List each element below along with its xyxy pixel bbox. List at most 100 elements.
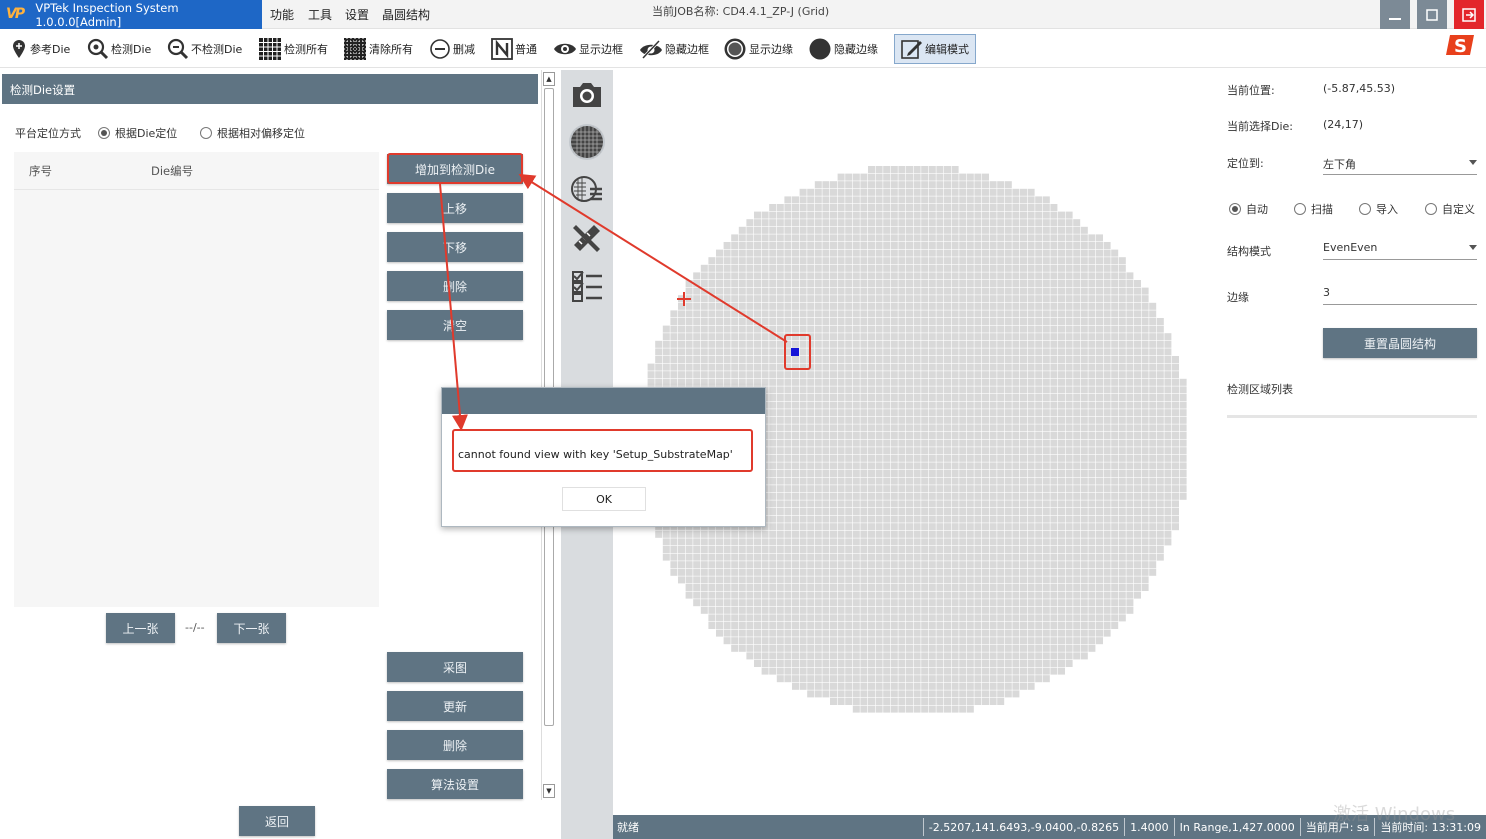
inspect-die-tool[interactable]: 检测Die bbox=[87, 34, 151, 64]
ime-s-logo-icon: S bbox=[1446, 35, 1474, 57]
prev-page-button[interactable]: 上一张 bbox=[106, 613, 175, 643]
col-die-number: Die编号 bbox=[151, 164, 194, 178]
back-button[interactable]: 返回 bbox=[239, 806, 315, 836]
dialog-ok-button[interactable]: OK bbox=[562, 487, 646, 511]
scroll-up-icon[interactable]: ▲ bbox=[543, 72, 555, 86]
menu-tools[interactable]: 工具 bbox=[308, 6, 332, 23]
radio-checked-icon bbox=[98, 127, 110, 139]
chevron-down-icon bbox=[1469, 245, 1477, 250]
exit-button[interactable] bbox=[1454, 0, 1484, 29]
job-title: 当前JOB名称: CD4.4.1_ZP-J (Grid) bbox=[652, 5, 830, 18]
radio-label: 导入 bbox=[1376, 203, 1398, 216]
panel-title: 检测Die设置 bbox=[2, 74, 538, 104]
col-index: 序号 bbox=[29, 164, 52, 178]
wafer-list-icon bbox=[571, 176, 602, 202]
show-edge-tool[interactable]: 显示边缘 bbox=[723, 34, 793, 64]
inspect-all-tool[interactable]: 检测所有 bbox=[258, 34, 328, 64]
radio-label: 扫描 bbox=[1311, 203, 1333, 216]
pin-icon bbox=[13, 40, 25, 58]
tool-label: 不检测Die bbox=[191, 43, 243, 56]
radio-unchecked-icon bbox=[1294, 203, 1306, 215]
dotted-grid-icon bbox=[344, 38, 366, 60]
ring-icon bbox=[724, 38, 746, 60]
clear-button[interactable]: 清空 bbox=[387, 310, 523, 340]
radio-label: 自动 bbox=[1246, 203, 1268, 216]
move-up-button[interactable]: 上移 bbox=[387, 193, 523, 223]
radio-mode-auto[interactable]: 自动 bbox=[1229, 201, 1268, 217]
menu-settings[interactable]: 设置 bbox=[345, 6, 369, 23]
algorithm-settings-button[interactable]: 算法设置 bbox=[387, 769, 523, 799]
app-title: VP VPTek Inspection System 1.0.0.0[Admin… bbox=[0, 0, 262, 29]
measure-tool-button[interactable] bbox=[569, 220, 605, 256]
camera-view-button[interactable] bbox=[569, 76, 605, 112]
tool-label: 检测所有 bbox=[284, 43, 328, 56]
edit-mode-tool[interactable]: 编辑模式 bbox=[894, 34, 976, 64]
update-button[interactable]: 更新 bbox=[387, 691, 523, 721]
tool-label: 编辑模式 bbox=[925, 43, 969, 56]
trim-tool[interactable]: 删减 bbox=[429, 34, 475, 64]
edge-input[interactable]: 3 bbox=[1323, 283, 1477, 305]
hide-border-tool[interactable]: 隐藏边框 bbox=[639, 34, 709, 64]
radio-die-positioning[interactable]: 根据Die定位 bbox=[98, 125, 177, 141]
ruler-pencil-icon bbox=[573, 225, 600, 252]
maximize-button[interactable] bbox=[1417, 0, 1447, 29]
annotation-add-button-highlight bbox=[387, 153, 523, 184]
status-range: In Range,1,427.0000 bbox=[1173, 818, 1300, 836]
checklist-button[interactable] bbox=[569, 268, 605, 304]
show-border-tool[interactable]: 显示边框 bbox=[553, 34, 623, 64]
minimize-button[interactable] bbox=[1380, 0, 1410, 29]
structure-mode-value: EvenEven bbox=[1323, 241, 1378, 254]
checklist-icon bbox=[572, 271, 602, 302]
annotation-message-highlight bbox=[452, 429, 753, 472]
delete-button[interactable]: 删除 bbox=[387, 271, 523, 301]
radio-checked-icon bbox=[1229, 203, 1241, 215]
normal-tool[interactable]: 普通 bbox=[491, 34, 537, 64]
tool-label: 参考Die bbox=[30, 43, 71, 56]
radio-mode-scan[interactable]: 扫描 bbox=[1294, 201, 1333, 217]
current-die-label: 当前选择Die: bbox=[1227, 120, 1293, 133]
radio-mode-custom[interactable]: 自定义 bbox=[1425, 201, 1475, 217]
scroll-down-icon[interactable]: ▼ bbox=[543, 784, 555, 798]
camera-icon bbox=[573, 83, 601, 107]
clear-all-tool[interactable]: 清除所有 bbox=[343, 34, 413, 64]
edit-icon bbox=[901, 40, 922, 59]
app-name: VPTek Inspection System 1.0.0.0[Admin] bbox=[35, 0, 179, 29]
radio-unchecked-icon bbox=[1425, 203, 1437, 215]
tool-label: 隐藏边框 bbox=[665, 43, 709, 56]
locate-to-label: 定位到: bbox=[1227, 157, 1264, 170]
minus-circle-icon bbox=[430, 39, 450, 59]
next-page-button[interactable]: 下一张 bbox=[217, 613, 286, 643]
wafer-map-button[interactable] bbox=[569, 124, 605, 160]
menu-wafer-structure[interactable]: 晶圆结构 bbox=[382, 6, 430, 23]
die-table[interactable]: 序号 Die编号 bbox=[14, 152, 379, 607]
radio-offset-positioning[interactable]: 根据相对偏移定位 bbox=[200, 125, 305, 141]
radio-label: 根据相对偏移定位 bbox=[217, 127, 305, 140]
structure-mode-select[interactable]: EvenEven bbox=[1323, 238, 1477, 260]
capture-button[interactable]: 采图 bbox=[387, 652, 523, 682]
locate-to-value: 左下角 bbox=[1323, 158, 1356, 171]
hide-edge-tool[interactable]: 隐藏边缘 bbox=[808, 34, 878, 64]
locate-to-select[interactable]: 左下角 bbox=[1323, 153, 1477, 175]
maximize-icon bbox=[1426, 8, 1438, 21]
tool-label: 隐藏边缘 bbox=[834, 43, 878, 56]
current-position-value: (-5.87,45.53) bbox=[1323, 82, 1396, 95]
delete-image-button[interactable]: 删除 bbox=[387, 730, 523, 760]
positioning-label: 平台定位方式 bbox=[15, 127, 81, 140]
n-box-icon bbox=[491, 38, 513, 60]
page-indicator: --/-- bbox=[185, 621, 205, 634]
svg-text:S: S bbox=[1454, 36, 1467, 57]
move-down-button[interactable]: 下移 bbox=[387, 232, 523, 262]
reference-die-tool[interactable]: 参考Die bbox=[10, 34, 70, 64]
radio-mode-import[interactable]: 导入 bbox=[1359, 201, 1398, 217]
skip-die-tool[interactable]: 不检测Die bbox=[167, 34, 242, 64]
menu-function[interactable]: 功能 bbox=[270, 6, 294, 23]
tool-label: 普通 bbox=[515, 43, 537, 56]
status-zoom: 1.4000 bbox=[1124, 818, 1174, 836]
wafer-list-button[interactable] bbox=[569, 172, 605, 208]
edge-label: 边缘 bbox=[1227, 291, 1249, 304]
wafer-grid-icon bbox=[571, 126, 603, 158]
grid-icon bbox=[259, 38, 281, 60]
dialog-title-bar bbox=[442, 388, 765, 414]
current-die-value: (24,17) bbox=[1323, 118, 1364, 131]
reset-wafer-structure-button[interactable]: 重置晶圆结构 bbox=[1323, 328, 1477, 358]
